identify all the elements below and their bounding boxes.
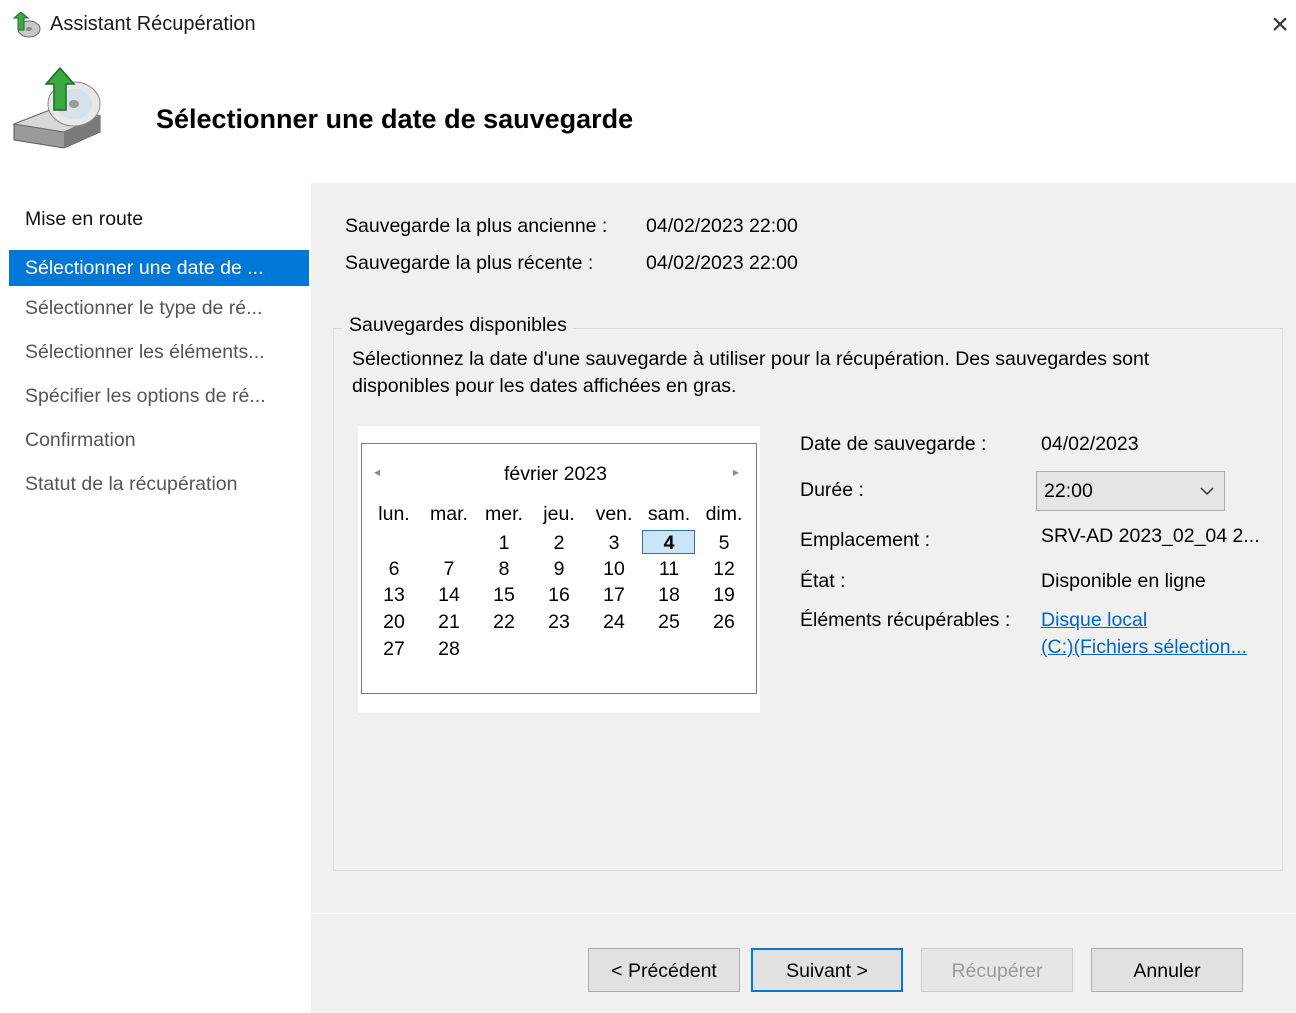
oldest-backup-label: Sauvegarde la plus ancienne : [345, 215, 608, 237]
calendar-day[interactable]: 4 [642, 530, 696, 556]
calendar-day[interactable]: 14 [422, 582, 476, 608]
weekday-label: ven. [595, 503, 633, 525]
calendar-day[interactable]: 5 [697, 530, 751, 556]
calendar-day[interactable]: 24 [587, 609, 641, 635]
backup-date-label: Date de sauvegarde : [800, 433, 987, 455]
weekday-label: mer. [485, 503, 523, 525]
calendar-day[interactable]: 18 [642, 582, 696, 608]
cancel-button[interactable]: Annuler [1091, 948, 1243, 992]
calendar-day[interactable]: 1 [477, 530, 531, 556]
next-button[interactable]: Suivant > [751, 948, 903, 992]
window-title: Assistant Récupération [50, 13, 256, 35]
weekday-label: sam. [647, 503, 691, 525]
time-dropdown-value: 22:00 [1044, 480, 1093, 502]
calendar-day[interactable]: 22 [477, 609, 531, 635]
app-icon [12, 11, 42, 40]
calendar-day[interactable]: 6 [367, 556, 421, 582]
location-label: Emplacement : [800, 529, 931, 551]
recoverable-items-link[interactable]: Disque local [1041, 609, 1147, 632]
state-label: État : [800, 570, 846, 592]
calendar-day[interactable]: 13 [367, 582, 421, 608]
weekday-label: lun. [378, 503, 410, 525]
sidebar-item-selectionner-date[interactable]: Sélectionner une date de ... [9, 250, 309, 286]
recover-button[interactable]: Récupérer [921, 948, 1073, 992]
calendar-day[interactable]: 23 [532, 609, 586, 635]
time-dropdown[interactable]: 22:00 [1036, 471, 1225, 511]
location-value: SRV-AD 2023_02_04 2... [1041, 525, 1260, 547]
calendar-day[interactable]: 16 [532, 582, 586, 608]
sidebar-item-selectionner-elements[interactable]: Sélectionner les éléments... [9, 334, 309, 370]
previous-button[interactable]: < Précédent [588, 948, 740, 992]
calendar-day[interactable]: 25 [642, 609, 696, 635]
recoverable-items-link-line2[interactable]: (C:)(Fichiers sélection... [1041, 636, 1247, 659]
calendar-day[interactable]: 20 [367, 609, 421, 635]
weekday-label: mar. [430, 503, 468, 525]
footer-separator [311, 913, 1296, 914]
calendar-day[interactable]: 15 [477, 582, 531, 608]
sidebar-item-confirmation[interactable]: Confirmation [9, 422, 309, 458]
wizard-steps-sidebar: Mise en route Sélectionner une date de .… [9, 183, 309, 1013]
calendar-day[interactable]: 27 [367, 636, 421, 662]
available-backups-description: Sélectionnez la date d'une sauvegarde à … [352, 348, 1150, 397]
calendar-day[interactable]: 2 [532, 530, 586, 556]
calendar-prev-icon[interactable]: ◂ [374, 465, 380, 479]
calendar-day[interactable]: 19 [697, 582, 751, 608]
calendar-day[interactable]: 10 [587, 556, 641, 582]
newest-backup-label: Sauvegarde la plus récente : [345, 252, 594, 274]
newest-backup-value: 04/02/2023 22:00 [646, 252, 798, 274]
calendar-day[interactable]: 17 [587, 582, 641, 608]
state-value: Disponible en ligne [1041, 570, 1206, 592]
chevron-down-icon [1200, 487, 1214, 496]
calendar-day[interactable]: 7 [422, 556, 476, 582]
calendar-next-icon[interactable]: ▸ [733, 465, 739, 479]
calendar-day[interactable]: 12 [697, 556, 751, 582]
weekday-label: jeu. [543, 503, 575, 525]
sidebar-item-statut[interactable]: Statut de la récupération [9, 466, 309, 502]
available-backups-title: Sauvegardes disponibles [343, 314, 573, 337]
calendar-day[interactable]: 9 [532, 556, 586, 582]
time-label: Durée : [800, 479, 864, 501]
calendar-day[interactable]: 26 [697, 609, 751, 635]
oldest-backup-value: 04/02/2023 22:00 [646, 215, 798, 237]
sidebar-item-selectionner-type[interactable]: Sélectionner le type de ré... [9, 290, 309, 326]
backup-date-value: 04/02/2023 [1041, 433, 1139, 455]
calendar-day[interactable]: 8 [477, 556, 531, 582]
close-button[interactable]: × [1264, 8, 1296, 42]
calendar-day[interactable]: 28 [422, 636, 476, 662]
calendar-day[interactable]: 21 [422, 609, 476, 635]
weekday-label: dim. [705, 503, 743, 525]
recoverable-items-label: Éléments récupérables : [800, 609, 1011, 631]
calendar-day[interactable]: 11 [642, 556, 696, 582]
backup-disk-icon [10, 66, 106, 156]
page-title: Sélectionner une date de sauvegarde [156, 104, 634, 134]
calendar-day[interactable]: 3 [587, 530, 641, 556]
sidebar-item-mise-en-route[interactable]: Mise en route [9, 201, 309, 237]
calendar-month-label[interactable]: février 2023 [504, 463, 607, 486]
sidebar-item-specifier-options[interactable]: Spécifier les options de ré... [9, 378, 309, 414]
